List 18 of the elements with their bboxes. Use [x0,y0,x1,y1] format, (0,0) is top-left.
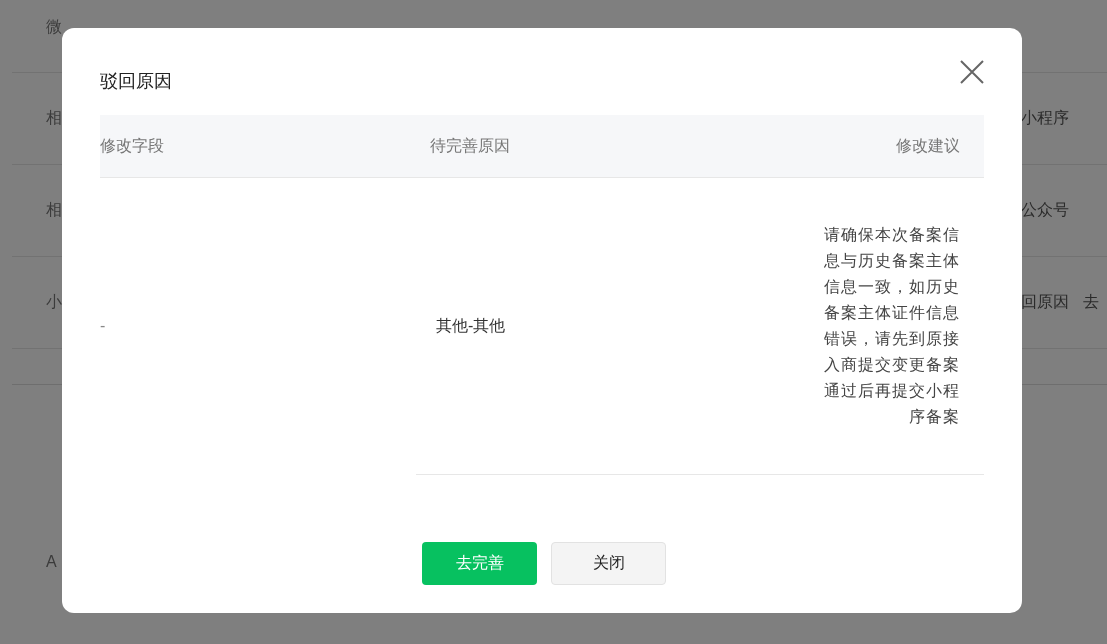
link[interactable]: 去 [1083,292,1099,313]
field-label: 相 [46,200,63,220]
field-value: 公众号 [1021,200,1069,220]
table-cell: 其他-其他 [436,316,506,334]
table-cell-text: 请确保本次备案信息与历史备案主体信息一致，如历史备案主体证件信息错误，请先到原接入商提交变更备案通过后再提交小程序备案 [823,225,960,427]
column-header: 修改建议 [895,135,961,156]
close-icon[interactable] [959,59,985,85]
field-label: 小 [46,292,63,312]
field-value: 小程序 [1021,108,1069,128]
field-label: 微 [46,17,63,37]
field-label: 相 [46,108,63,128]
field-value: 回原因 [1021,292,1069,312]
column-header: 待完善原因 [429,135,511,156]
close-button[interactable]: 关闭 [551,542,666,585]
confirm-button[interactable]: 去完善 [422,542,537,585]
table-cell: - [100,317,106,334]
field-label: A [46,553,57,570]
dialog-title: 驳回原因 [100,70,172,93]
